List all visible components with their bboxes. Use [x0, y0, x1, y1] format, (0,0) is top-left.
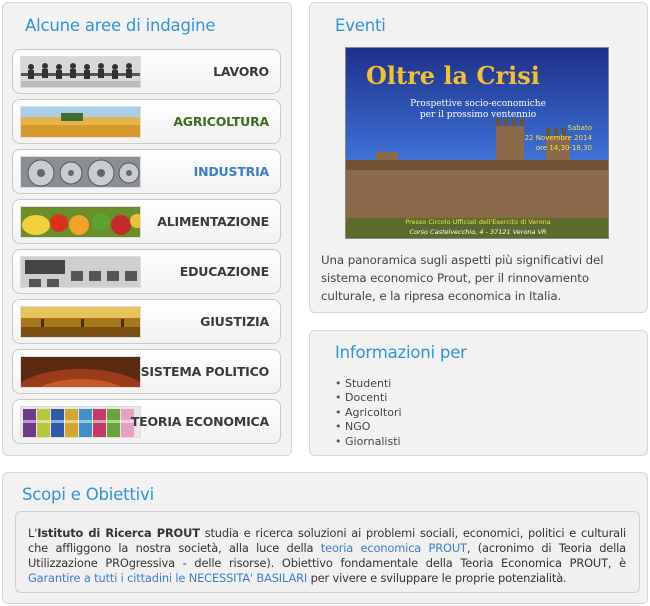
scopi-text-4: per vivere e sviluppare le proprie poten… [307, 571, 567, 585]
area-label: TEORIA ECONOMICA [130, 414, 269, 429]
area-label: EDUCAZIONE [179, 264, 269, 279]
area-lavoro-button[interactable]: LAVORO [12, 49, 281, 94]
area-agricoltura-button[interactable]: AGRICOLTURA [12, 99, 281, 144]
poster-subtitle-2: per il prossimo ventennio [420, 110, 536, 120]
event-poster[interactable]: Oltre la Crisi Prospettive socio-economi… [345, 47, 609, 239]
fruits-photo [20, 206, 141, 238]
area-label: GIUSTIZIA [200, 314, 269, 329]
parliament-photo [20, 356, 141, 388]
area-label: AGRICOLTURA [173, 114, 269, 129]
area-sistema-politico-button[interactable]: SISTEMA POLITICO [12, 349, 281, 394]
poster-address: Corso Castelvecchio, 4 - 37121 Verona VR [409, 228, 546, 236]
poster-headline: Oltre la Crisi [366, 61, 540, 90]
necessita-basilari-link[interactable]: Garantire a tutti i cittadini le NECESSI… [28, 571, 307, 585]
area-educazione-button[interactable]: EDUCAZIONE [12, 249, 281, 294]
info-item-ngo[interactable]: NGO [335, 420, 402, 434]
area-label: SISTEMA POLITICO [140, 364, 270, 379]
poster-date: 22 Novembre 2014 [525, 134, 593, 142]
area-label: LAVORO [213, 64, 269, 79]
events-panel-title: Eventi [335, 16, 386, 35]
scopi-institute-name: Istituto di Ricerca PROUT [37, 526, 200, 540]
poster-subtitle-1: Prospettive socio-economiche [410, 99, 546, 109]
area-giustizia-button[interactable]: GIUSTIZIA [12, 299, 281, 344]
info-item-studenti[interactable]: Studenti [335, 377, 402, 391]
info-panel: Informazioni per Studenti Docenti Agrico… [309, 330, 648, 456]
scopi-text-1: L' [28, 526, 38, 540]
scopi-panel-title: Scopi e Obiettivi [22, 485, 155, 504]
info-item-giornalisti[interactable]: Giornalisti [335, 435, 402, 449]
scopi-text-box: L'Istituto di Ricerca PROUT studia e ric… [15, 511, 640, 593]
scopi-panel: Scopi e Obiettivi L'Istituto di Ricerca … [2, 472, 648, 604]
books-photo [20, 406, 141, 438]
area-industria-button[interactable]: INDUSTRIA [12, 149, 281, 194]
scopi-paragraph: L'Istituto di Ricerca PROUT studia e ric… [28, 526, 626, 586]
teoria-economica-link[interactable]: teoria economica PROUT [321, 541, 467, 555]
poster-venue: Presso Circolo Ufficiali dell'Esercito d… [405, 218, 551, 226]
area-label: INDUSTRIA [193, 164, 270, 179]
info-list: Studenti Docenti Agricoltori NGO Giornal… [335, 377, 402, 449]
events-description: Una panoramica sugli aspetti più signifi… [321, 253, 604, 303]
gears-photo [20, 156, 141, 188]
areas-panel-title: Alcune aree di indagine [25, 16, 216, 35]
poster-time: ore 14,30-18,30 [536, 144, 592, 152]
area-teoria-economica-button[interactable]: TEORIA ECONOMICA [12, 399, 281, 444]
areas-panel: Alcune aree di indagine LAVORO AGRICOLTU… [2, 2, 292, 456]
workers-photo [20, 56, 141, 88]
info-panel-title: Informazioni per [335, 343, 467, 362]
events-panel: Eventi Oltre la Crisi Prospettive socio-… [309, 2, 648, 313]
area-label: ALIMENTAZIONE [157, 214, 269, 229]
wheat-field-photo [20, 106, 141, 138]
info-item-agricoltori[interactable]: Agricoltori [335, 406, 402, 420]
poster-day: Sabato [568, 124, 593, 132]
area-alimentazione-button[interactable]: ALIMENTAZIONE [12, 199, 281, 244]
info-item-docenti[interactable]: Docenti [335, 391, 402, 405]
classroom-photo [20, 256, 141, 288]
courtroom-photo [20, 306, 141, 338]
